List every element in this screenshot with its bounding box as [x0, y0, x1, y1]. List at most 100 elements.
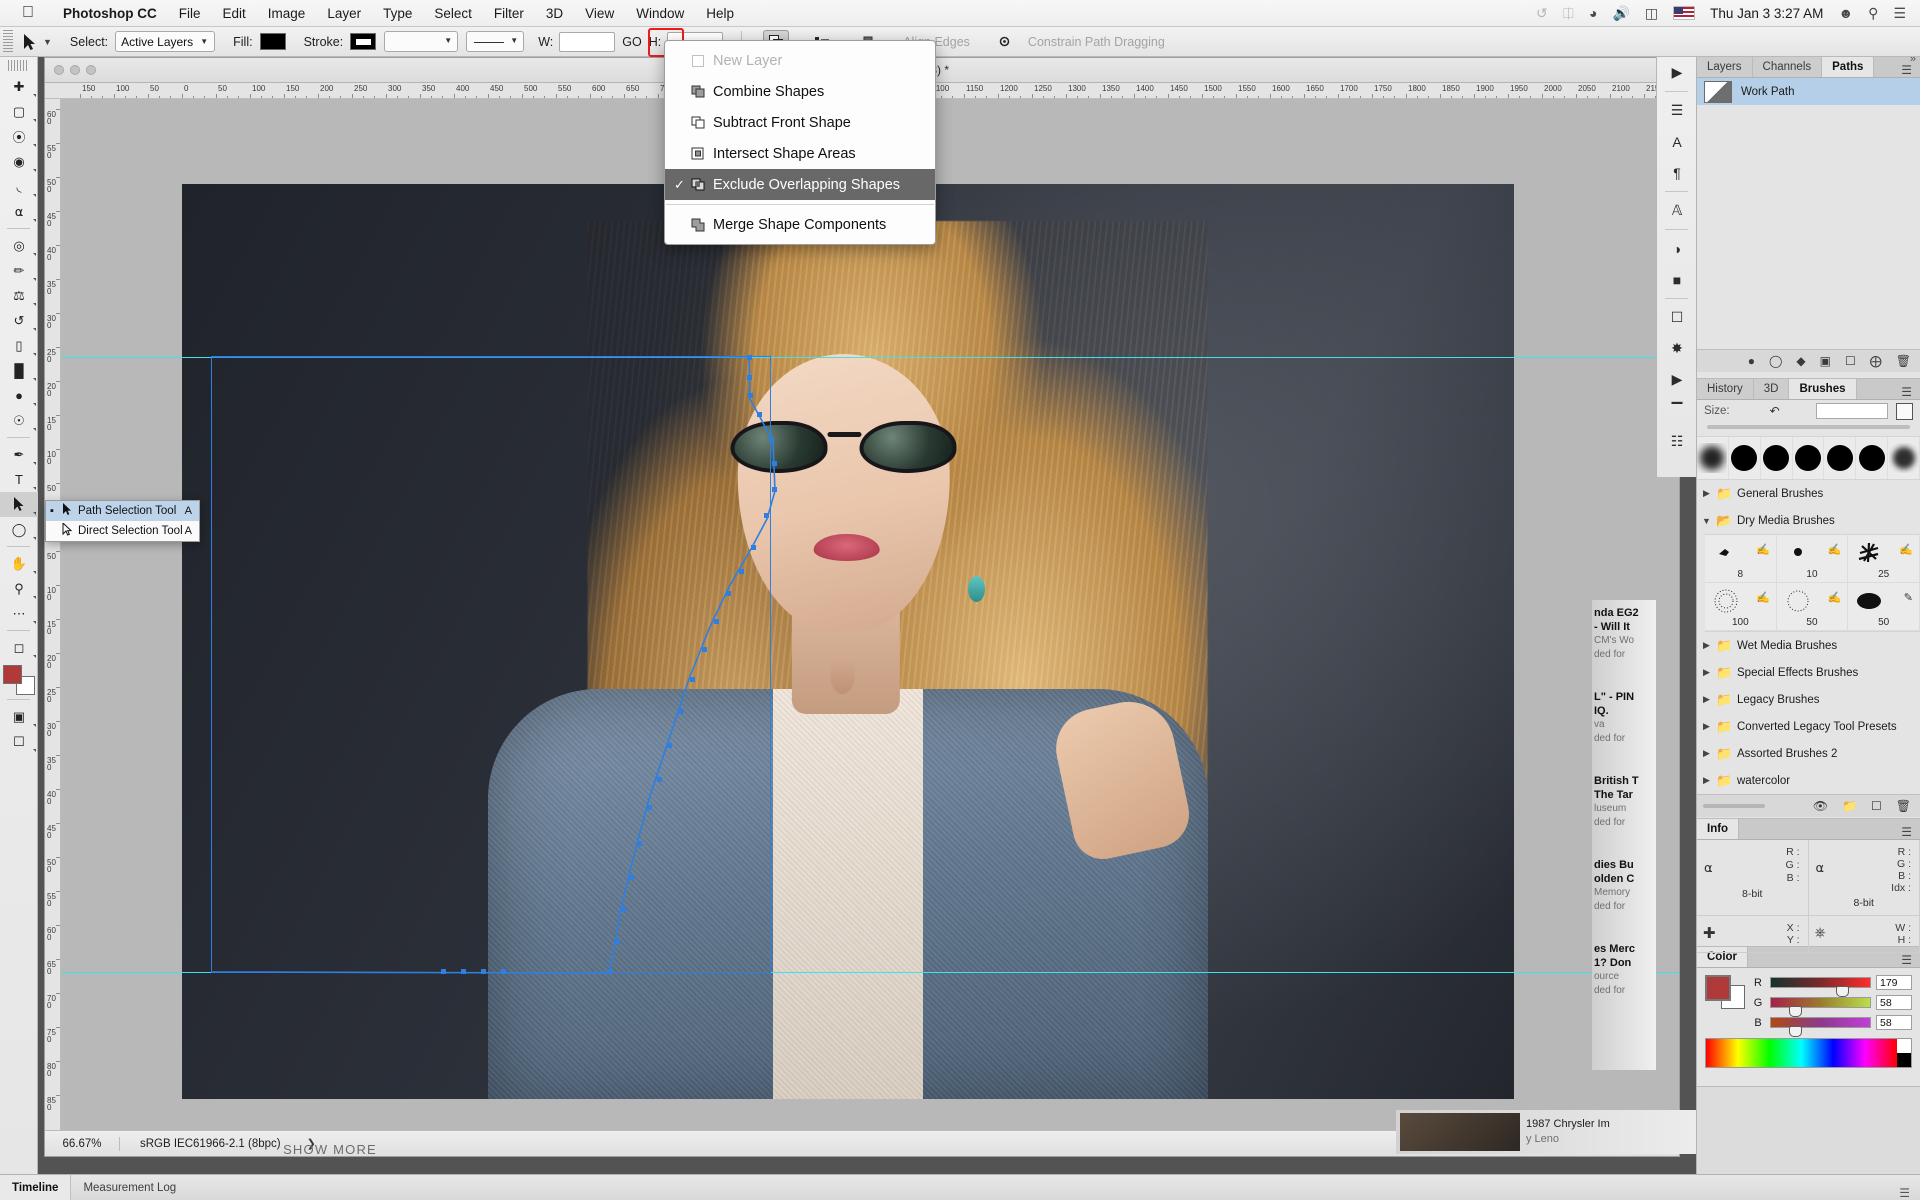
- tool-move[interactable]: ✚: [0, 74, 38, 99]
- menu-layer[interactable]: Layer: [316, 6, 372, 21]
- properties-panel-icon[interactable]: ☰: [1657, 95, 1697, 126]
- menu-item-subtract-front-shape[interactable]: Subtract Front Shape: [665, 107, 935, 138]
- tab-paths[interactable]: Paths: [1822, 57, 1875, 77]
- brush-preset[interactable]: ✎ 50: [1848, 583, 1920, 631]
- panel-menu-icon[interactable]: ☰: [1899, 1186, 1920, 1200]
- toggle-brush-icon[interactable]: 👁: [1813, 799, 1828, 813]
- brush-preset[interactable]: ✍ 8: [1705, 535, 1777, 583]
- stroke-width-dropdown[interactable]: ▼: [384, 31, 459, 52]
- link-dimensions-icon[interactable]: GO: [622, 35, 641, 49]
- b-value[interactable]: 58: [1876, 1015, 1912, 1030]
- fill-path-icon[interactable]: ●: [1748, 354, 1755, 368]
- r-slider-thumb[interactable]: [1836, 986, 1850, 997]
- vertical-ruler[interactable]: 600 550 500 450 400 350 300 250 200 150 100 500 50 10…: [45, 99, 61, 1130]
- tab-channels[interactable]: Channels: [1752, 57, 1823, 77]
- brush-size-input[interactable]: [1816, 403, 1888, 419]
- menu-help[interactable]: Help: [695, 6, 745, 21]
- tool-quick-mask[interactable]: ▣: [0, 704, 38, 729]
- paths-row-work-path[interactable]: Work Path: [1697, 78, 1920, 105]
- menu-view[interactable]: View: [574, 6, 625, 21]
- brush-size-slider[interactable]: [1707, 425, 1910, 429]
- battery-icon[interactable]: ◫: [1645, 5, 1658, 22]
- menu-app-name[interactable]: Photoshop CC: [52, 6, 168, 21]
- menu-3d[interactable]: 3D: [535, 6, 574, 21]
- panel-menu-icon[interactable]: ☰: [1893, 825, 1920, 839]
- menu-item-intersect-shape-areas[interactable]: Intersect Shape Areas: [665, 138, 935, 169]
- tool-dodge[interactable]: ☉: [0, 408, 38, 433]
- brush-group-special-effects-brushes[interactable]: ▶ 📁 Special Effects Brushes: [1697, 659, 1920, 686]
- brush-preset-hard-3[interactable]: [1793, 437, 1825, 479]
- apple-menu-icon[interactable]: : [22, 5, 34, 21]
- show-more-label[interactable]: SHOW MORE: [165, 1142, 495, 1157]
- tool-screen-mode[interactable]: ☐: [0, 729, 38, 754]
- stroke-swatch[interactable]: [350, 33, 377, 50]
- tool-lasso[interactable]: ⦿: [0, 124, 38, 149]
- brush-preset[interactable]: ✍ 100: [1705, 583, 1777, 631]
- foreground-color-swatch[interactable]: [1705, 975, 1731, 1001]
- histogram-panel-icon[interactable]: ▔: [1657, 395, 1697, 426]
- add-mask-icon[interactable]: ☐: [1845, 354, 1856, 368]
- menu-item-merge-shape-components[interactable]: Merge Shape Components: [665, 209, 935, 240]
- panel-menu-icon[interactable]: ☰: [1893, 953, 1920, 967]
- brush-scrollbar[interactable]: [1703, 804, 1765, 808]
- brush-preset[interactable]: ✍ 50: [1776, 583, 1849, 631]
- r-value[interactable]: 179: [1876, 975, 1912, 990]
- control-center-icon[interactable]: ☰: [1893, 5, 1906, 22]
- brush-preset-hard-4[interactable]: [1824, 437, 1857, 479]
- flag-icon[interactable]: [1673, 6, 1696, 20]
- volume-icon[interactable]: 🔊: [1612, 5, 1629, 22]
- menu-image[interactable]: Image: [257, 6, 317, 21]
- width-input[interactable]: [559, 31, 616, 52]
- brush-preset-hard-5[interactable]: [1856, 437, 1889, 479]
- tab-timeline[interactable]: Timeline: [0, 1175, 72, 1200]
- g-value[interactable]: 58: [1876, 995, 1912, 1010]
- toolbar-grip[interactable]: [8, 60, 29, 71]
- zoom-level[interactable]: 66.67%: [45, 1138, 119, 1150]
- tool-default-colors[interactable]: ◻: [0, 635, 38, 660]
- brush-group-wet-media-brushes[interactable]: ▶ 📁 Wet Media Brushes: [1697, 632, 1920, 659]
- g-slider-track[interactable]: [1770, 997, 1871, 1017]
- menu-edit[interactable]: Edit: [212, 6, 257, 21]
- tool-rectangular-marquee[interactable]: ▢: [0, 99, 38, 124]
- panel-menu-icon[interactable]: ☰: [1893, 63, 1920, 77]
- tab-measurement-log[interactable]: Measurement Log: [71, 1175, 188, 1200]
- chevron-down-icon[interactable]: ▼: [43, 37, 52, 47]
- brush-group-watercolor[interactable]: ▶ 📁 watercolor: [1697, 767, 1920, 794]
- tool-gradient[interactable]: █: [0, 358, 38, 383]
- paragraph-panel-icon[interactable]: ¶: [1657, 157, 1697, 188]
- tab-history[interactable]: History: [1697, 379, 1754, 399]
- delete-preset-icon[interactable]: 🗑: [1896, 799, 1911, 813]
- tool-blur[interactable]: ●: [0, 383, 38, 408]
- delete-path-icon[interactable]: 🗑: [1896, 354, 1911, 368]
- adjustments-panel-icon[interactable]: ◑: [1657, 233, 1697, 264]
- brush-preset-hard-1[interactable]: [1729, 437, 1761, 479]
- foreground-color-swatch[interactable]: [2, 665, 22, 684]
- menu-file[interactable]: File: [168, 6, 212, 21]
- color-spectrum-bar[interactable]: [1705, 1038, 1912, 1068]
- reset-icon[interactable]: ↶: [1770, 404, 1780, 418]
- tool-more[interactable]: ⋯: [0, 601, 38, 626]
- tool-clone-stamp[interactable]: ⚖: [0, 283, 38, 308]
- options-bar-grip[interactable]: [3, 29, 13, 54]
- tool-zoom[interactable]: ⚲: [0, 576, 38, 601]
- tab-brushes[interactable]: Brushes: [1789, 379, 1857, 399]
- canvas-area[interactable]: [61, 99, 1679, 1130]
- r-slider-track[interactable]: [1770, 977, 1871, 997]
- panel-menu-icon[interactable]: ☰: [1893, 385, 1920, 399]
- menu-select[interactable]: Select: [423, 6, 483, 21]
- stroke-path-icon[interactable]: ◯: [1769, 354, 1782, 368]
- time-machine-icon[interactable]: ↺: [1536, 5, 1548, 22]
- stroke-style-dropdown[interactable]: ▼: [466, 31, 525, 52]
- brush-group-converted-legacy-tool-presets[interactable]: ▶ 📁 Converted Legacy Tool Presets: [1697, 713, 1920, 740]
- 3d-panel-icon[interactable]: ✸: [1657, 333, 1697, 364]
- tab-info[interactable]: Info: [1697, 819, 1740, 839]
- tool-eraser[interactable]: ▯: [0, 333, 38, 358]
- wifi-icon[interactable]: ◕: [1589, 5, 1597, 21]
- window-controls[interactable]: [54, 65, 96, 75]
- load-selection-icon[interactable]: ◆: [1796, 354, 1805, 368]
- menu-item-exclude-overlapping-shapes[interactable]: ✓ Exclude Overlapping Shapes: [665, 169, 935, 200]
- b-slider-thumb[interactable]: [1788, 1026, 1802, 1037]
- tool-pen[interactable]: ✒: [0, 442, 38, 467]
- menu-item-new-layer[interactable]: New Layer: [665, 45, 935, 76]
- tool-brush[interactable]: ✏: [0, 258, 38, 283]
